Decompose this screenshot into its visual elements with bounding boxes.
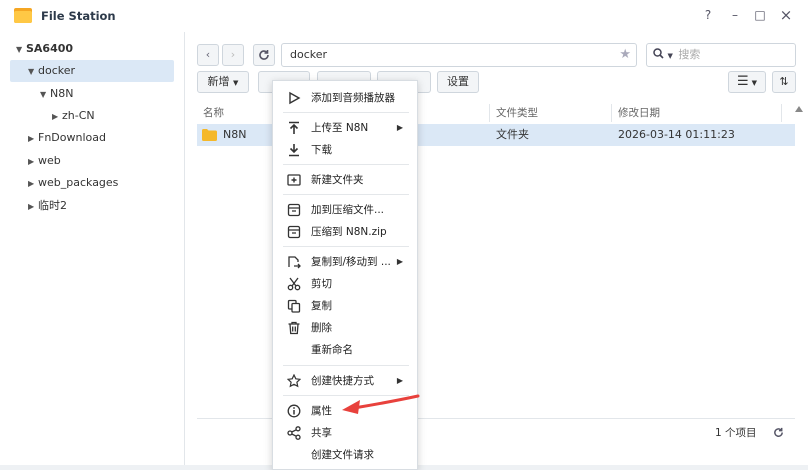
menu-item-copy-move-to[interactable]: 复制到/移动到 ... ▶: [273, 251, 417, 273]
annotation-arrow-icon: [342, 394, 420, 414]
tree-item-web-packages[interactable]: ▶ web_packages: [28, 172, 118, 194]
menu-item-new-folder[interactable]: 新建文件夹: [273, 169, 417, 191]
title-bar: File Station ? – □ ×: [0, 0, 808, 32]
column-divider: [489, 104, 490, 122]
back-button[interactable]: ‹: [197, 44, 219, 66]
list-view-icon: ☰: [736, 74, 749, 89]
star-icon: [287, 374, 301, 388]
collapsed-arrow-icon: ▶: [28, 157, 35, 166]
forward-button[interactable]: ›: [222, 44, 244, 66]
new-folder-icon: [287, 174, 301, 186]
menu-item-download[interactable]: 下载: [273, 139, 417, 161]
menu-item-add-to-audio-player[interactable]: 添加到音频播放器: [273, 87, 417, 109]
sort-icon: ⇅: [779, 75, 789, 88]
menu-item-rename[interactable]: 重新命名: [273, 339, 417, 361]
archive-icon: [287, 203, 301, 217]
menu-item-add-to-archive[interactable]: 加到压缩文件...: [273, 199, 417, 221]
folder-icon: [202, 129, 217, 141]
row-name-cell: N8N: [223, 128, 247, 141]
tree-item-web[interactable]: ▶ web: [28, 150, 61, 172]
file-station-window: File Station ? – □ × ▼ SA6400 ▼ docker ▼ N8…: [0, 0, 808, 470]
dropdown-arrow-icon: ▼: [751, 79, 758, 87]
menu-item-create-file-request[interactable]: 创建文件请求: [273, 444, 417, 466]
collapsed-arrow-icon: ▶: [28, 202, 35, 211]
collapsed-arrow-icon: ▶: [28, 134, 35, 143]
menu-item-delete[interactable]: 删除: [273, 317, 417, 339]
share-icon: [287, 426, 301, 440]
settings-button[interactable]: 设置: [437, 71, 479, 93]
search-dropdown-icon: ▼: [667, 52, 673, 60]
help-button[interactable]: ?: [700, 7, 716, 23]
tree-item-zh-cn[interactable]: ▶ zh-CN: [52, 105, 95, 127]
search-icon: [653, 48, 664, 59]
refresh-button[interactable]: [253, 44, 275, 66]
menu-divider: [283, 246, 409, 247]
scrollbar[interactable]: [795, 100, 803, 418]
expanded-arrow-icon: ▼: [40, 90, 47, 99]
row-type-cell: 文件夹: [496, 128, 529, 141]
submenu-arrow-icon: ▶: [396, 123, 403, 132]
dropdown-arrow-icon: ▼: [233, 79, 239, 87]
refresh-icon: [259, 50, 269, 60]
new-button[interactable]: 新增 ▼: [197, 71, 249, 93]
maximize-button[interactable]: □: [752, 7, 768, 23]
refresh-icon: [774, 427, 783, 437]
menu-item-share[interactable]: 共享: [273, 422, 417, 444]
menu-divider: [283, 112, 409, 113]
menu-item-compress-to-zip[interactable]: 压缩到 N8N.zip: [273, 221, 417, 243]
tree-item-fndownload[interactable]: ▶ FnDownload: [28, 127, 106, 149]
file-station-app-icon: [14, 8, 32, 23]
copy-icon: [287, 299, 301, 313]
tree-item-temp2[interactable]: ▶ 临时2: [28, 195, 67, 217]
favorite-star-icon[interactable]: ★: [619, 44, 631, 66]
menu-item-cut[interactable]: 剪切: [273, 273, 417, 295]
path-input[interactable]: docker ★: [281, 43, 637, 67]
tree-item-n8n[interactable]: ▼ N8N: [40, 83, 73, 105]
info-icon: [287, 404, 301, 418]
trash-icon: [288, 321, 300, 335]
column-header-name[interactable]: 名称: [203, 102, 224, 124]
scissors-icon: [287, 277, 301, 291]
expanded-arrow-icon: ▼: [28, 67, 35, 76]
footer-refresh-button[interactable]: [773, 422, 784, 444]
menu-divider: [283, 164, 409, 165]
minimize-button[interactable]: –: [727, 7, 743, 23]
column-divider: [781, 104, 782, 122]
collapsed-arrow-icon: ▶: [52, 112, 59, 121]
tree-item-docker[interactable]: ▼ docker: [28, 60, 75, 82]
menu-divider: [283, 365, 409, 366]
search-input[interactable]: ▼ 搜索: [646, 43, 796, 67]
tree-root[interactable]: ▼ SA6400: [16, 38, 73, 60]
collapsed-arrow-icon: ▶: [28, 179, 35, 188]
close-button[interactable]: ×: [778, 7, 794, 23]
item-count: 1 个项目: [715, 427, 757, 439]
menu-item-create-shortcut[interactable]: 创建快捷方式 ▶: [273, 370, 417, 392]
download-icon: [289, 144, 299, 157]
copy-move-icon: [288, 256, 301, 269]
play-icon: [289, 91, 301, 105]
submenu-arrow-icon: ▶: [396, 257, 403, 266]
compress-icon: [287, 225, 301, 239]
menu-item-copy[interactable]: 复制: [273, 295, 417, 317]
app-title: File Station: [41, 9, 116, 23]
column-header-type[interactable]: 文件类型: [496, 102, 538, 124]
folder-tree-sidebar: ▼ SA6400 ▼ docker ▼ N8N ▶ zh-CN ▶ FnDownload …: [0, 32, 185, 465]
sort-button[interactable]: ⇅: [772, 71, 796, 93]
view-mode-button[interactable]: ☰ ▼: [728, 71, 766, 93]
column-header-modified[interactable]: 修改日期: [618, 102, 660, 124]
menu-divider: [283, 194, 409, 195]
expanded-arrow-icon: ▼: [16, 45, 23, 54]
menu-item-upload-to[interactable]: 上传至 N8N ▶: [273, 117, 417, 139]
scroll-up-icon: [795, 106, 803, 112]
submenu-arrow-icon: ▶: [396, 376, 403, 385]
row-modified-cell: 2026-03-14 01:11:23: [618, 128, 735, 141]
column-divider: [611, 104, 612, 122]
upload-icon: [289, 121, 299, 134]
